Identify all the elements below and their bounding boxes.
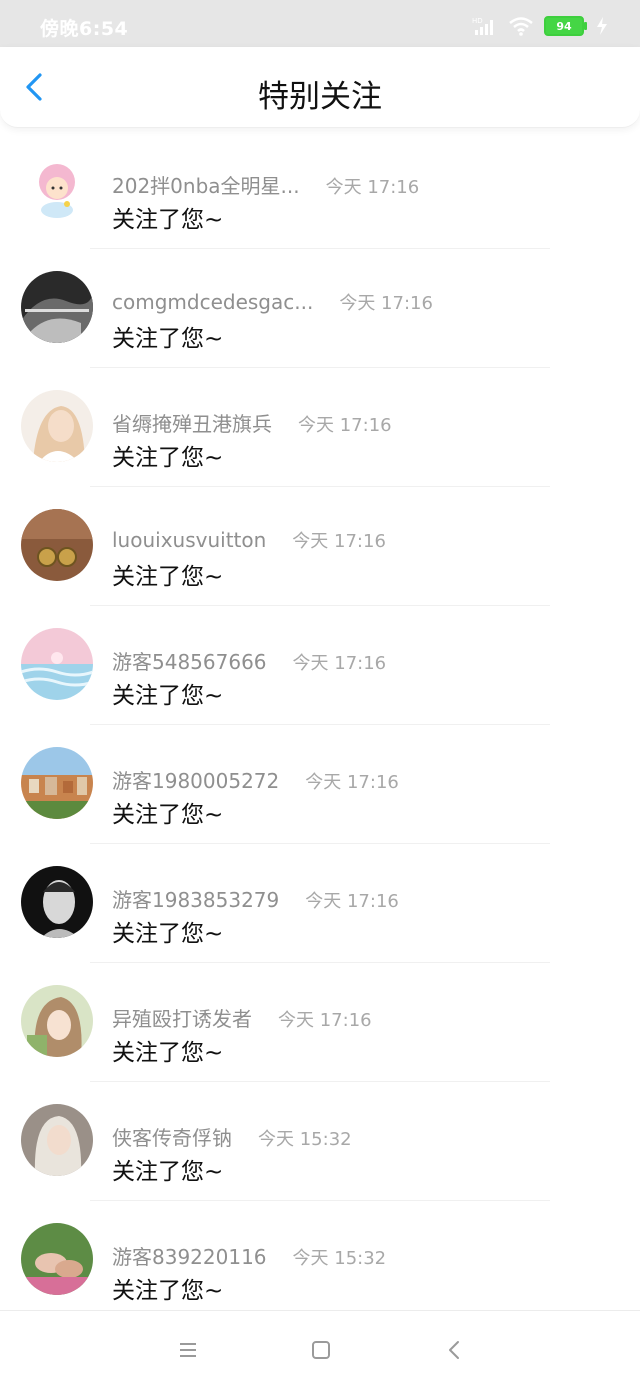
username: luouixusvuitton bbox=[112, 528, 267, 552]
username: 游客1980005272 bbox=[112, 769, 280, 793]
item-header: 202拌0nba全明星... 今天 17:16 bbox=[112, 170, 419, 199]
menu-icon bbox=[180, 1343, 196, 1357]
list-item[interactable]: 游客839220116 今天 15:32 关注了您~ bbox=[0, 1201, 640, 1310]
timestamp: 今天 15:32 bbox=[292, 1248, 387, 1269]
timestamp: 今天 17:16 bbox=[339, 293, 433, 314]
username: 侠客传奇俘钠 bbox=[112, 1126, 232, 1150]
item-header: 侠客传奇俘钠 今天 15:32 bbox=[112, 1122, 352, 1151]
timestamp: 今天 17:16 bbox=[305, 891, 399, 912]
message-text: 关注了您~ bbox=[112, 326, 224, 352]
message-text: 关注了您~ bbox=[112, 207, 224, 233]
square-icon bbox=[312, 1341, 330, 1359]
timestamp: 今天 15:32 bbox=[258, 1129, 352, 1150]
message-text: 关注了您~ bbox=[112, 802, 224, 828]
message-text: 关注了您~ bbox=[112, 683, 224, 709]
item-header: 游客1983853279 今天 17:16 bbox=[112, 884, 399, 913]
system-back-button[interactable] bbox=[442, 1337, 468, 1363]
message-text: 关注了您~ bbox=[112, 1278, 224, 1304]
username: 202拌0nba全明星... bbox=[112, 174, 300, 198]
message-text: 关注了您~ bbox=[112, 1159, 224, 1185]
item-header: 游客548567666 今天 17:16 bbox=[112, 646, 386, 675]
avatar[interactable] bbox=[21, 985, 93, 1057]
follow-list: 202拌0nba全明星... 今天 17:16 关注了您~ comgmdcede… bbox=[0, 130, 640, 1310]
svg-text:HD: HD bbox=[472, 17, 483, 25]
battery-icon: 94 bbox=[544, 16, 587, 36]
charging-icon bbox=[597, 17, 607, 35]
username: 游客548567666 bbox=[112, 650, 267, 674]
username: 游客839220116 bbox=[112, 1245, 267, 1269]
timestamp: 今天 17:16 bbox=[292, 531, 386, 552]
message-text: 关注了您~ bbox=[112, 564, 224, 590]
signal-icon: HD bbox=[472, 17, 493, 35]
list-item[interactable]: 异殖殴打诱发者 今天 17:16 关注了您~ bbox=[0, 963, 640, 1082]
timestamp: 今天 17:16 bbox=[292, 653, 387, 674]
timestamp: 今天 17:16 bbox=[325, 177, 420, 198]
item-header: 省缛掩殚丑港旗兵 今天 17:16 bbox=[112, 408, 392, 437]
item-header: 异殖殴打诱发者 今天 17:16 bbox=[112, 1003, 372, 1032]
avatar[interactable] bbox=[21, 509, 93, 581]
list-item[interactable]: 游客1983853279 今天 17:16 关注了您~ bbox=[0, 844, 640, 963]
avatar[interactable] bbox=[21, 747, 93, 819]
avatar[interactable] bbox=[21, 1223, 93, 1295]
status-time: 傍晚6:54 bbox=[40, 18, 129, 40]
menu-button[interactable] bbox=[175, 1337, 201, 1363]
message-text: 关注了您~ bbox=[112, 921, 224, 947]
home-button[interactable] bbox=[308, 1337, 334, 1363]
chevron-left-icon bbox=[449, 1341, 459, 1359]
status-icons: HD 94 bbox=[472, 14, 610, 38]
list-item[interactable]: 游客1980005272 今天 17:16 关注了您~ bbox=[0, 725, 640, 844]
timestamp: 今天 17:16 bbox=[305, 772, 399, 793]
header-bar: 特别关注 bbox=[0, 47, 640, 128]
list-item[interactable]: luouixusvuitton 今天 17:16 关注了您~ bbox=[0, 487, 640, 606]
avatar[interactable] bbox=[21, 1104, 93, 1176]
list-item[interactable]: 省缛掩殚丑港旗兵 今天 17:16 关注了您~ bbox=[0, 368, 640, 487]
username: comgmdcedesgac... bbox=[112, 290, 314, 314]
avatar[interactable] bbox=[21, 628, 93, 700]
username: 游客1983853279 bbox=[112, 888, 280, 912]
system-nav-bar bbox=[0, 1310, 640, 1388]
list-item[interactable]: comgmdcedesgac... 今天 17:16 关注了您~ bbox=[0, 249, 640, 368]
list-item[interactable]: 游客548567666 今天 17:16 关注了您~ bbox=[0, 606, 640, 725]
avatar[interactable] bbox=[21, 271, 93, 343]
item-header: comgmdcedesgac... 今天 17:16 bbox=[112, 289, 433, 315]
battery-level: 94 bbox=[556, 19, 572, 33]
avatar[interactable] bbox=[21, 390, 93, 462]
avatar[interactable] bbox=[21, 152, 93, 224]
username: 异殖殴打诱发者 bbox=[112, 1007, 252, 1031]
timestamp: 今天 17:16 bbox=[298, 415, 392, 436]
avatar[interactable] bbox=[21, 866, 93, 938]
timestamp: 今天 17:16 bbox=[278, 1010, 372, 1031]
item-header: luouixusvuitton 今天 17:16 bbox=[112, 527, 386, 553]
item-header: 游客839220116 今天 15:32 bbox=[112, 1241, 386, 1270]
item-header: 游客1980005272 今天 17:16 bbox=[112, 765, 399, 794]
status-bar: 傍晚6:54 HD 94 bbox=[0, 0, 640, 47]
username: 省缛掩殚丑港旗兵 bbox=[112, 412, 272, 436]
list-item[interactable]: 侠客传奇俘钠 今天 15:32 关注了您~ bbox=[0, 1082, 640, 1201]
message-text: 关注了您~ bbox=[112, 1040, 224, 1066]
page-title: 特别关注 bbox=[258, 79, 382, 115]
message-text: 关注了您~ bbox=[112, 445, 224, 471]
list-item[interactable]: 202拌0nba全明星... 今天 17:16 关注了您~ bbox=[0, 130, 640, 249]
wifi-icon bbox=[509, 17, 533, 36]
